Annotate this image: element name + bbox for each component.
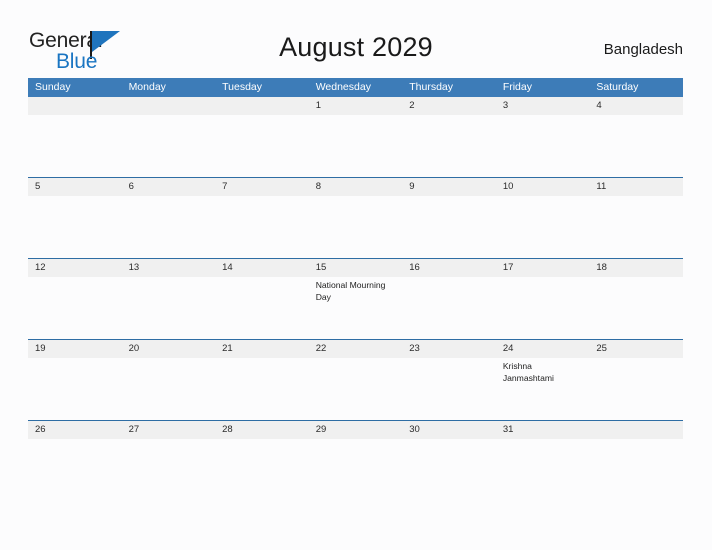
calendar-week-row: 19 20 21 22 23 24 25 Krishna Janmashtami	[28, 339, 683, 420]
day-number[interactable]: 30	[402, 421, 496, 439]
day-cell[interactable]	[496, 196, 590, 258]
day-cell[interactable]	[309, 196, 403, 258]
weekday-wednesday: Wednesday	[315, 81, 371, 93]
weekday-tuesday: Tuesday	[222, 81, 263, 93]
day-cell[interactable]	[28, 115, 122, 177]
day-number[interactable]: 1	[309, 97, 403, 115]
week-daynumber-band: 19 20 21 22 23 24 25	[28, 340, 683, 358]
day-number[interactable]: 21	[215, 340, 309, 358]
day-cell[interactable]	[28, 358, 122, 420]
day-cell[interactable]	[215, 358, 309, 420]
week-event-band: Krishna Janmashtami	[28, 358, 683, 420]
day-cell[interactable]	[402, 196, 496, 258]
weekday-friday: Friday	[502, 81, 532, 93]
day-number[interactable]: 9	[402, 178, 496, 196]
day-number[interactable]: 28	[215, 421, 309, 439]
day-cell[interactable]	[28, 196, 122, 258]
day-number[interactable]: 2	[402, 97, 496, 115]
weekday-sunday: Sunday	[35, 81, 71, 93]
day-cell[interactable]	[402, 115, 496, 177]
day-cell[interactable]: National Mourning Day	[309, 277, 403, 339]
day-number[interactable]: 11	[589, 178, 683, 196]
day-cell[interactable]	[589, 358, 683, 420]
weekday-monday: Monday	[128, 81, 166, 93]
calendar-week-row: 5 6 7 8 9 10 11	[28, 177, 683, 258]
day-number[interactable]: 26	[28, 421, 122, 439]
day-cell[interactable]	[589, 439, 683, 501]
day-cell[interactable]	[309, 115, 403, 177]
day-cell[interactable]	[402, 358, 496, 420]
week-event-band: National Mourning Day	[28, 277, 683, 339]
day-cell[interactable]	[309, 358, 403, 420]
day-number[interactable]: 15	[309, 259, 403, 277]
day-number[interactable]	[589, 421, 683, 439]
weekday-saturday: Saturday	[596, 81, 639, 93]
week-daynumber-band: 5 6 7 8 9 10 11	[28, 178, 683, 196]
day-number[interactable]: 5	[28, 178, 122, 196]
day-cell[interactable]	[402, 277, 496, 339]
day-cell[interactable]: Krishna Janmashtami	[496, 358, 590, 420]
day-cell[interactable]	[122, 277, 216, 339]
day-event: National Mourning Day	[315, 280, 386, 302]
day-number[interactable]: 25	[589, 340, 683, 358]
week-daynumber-band: 26 27 28 29 30 31	[28, 421, 683, 439]
day-number[interactable]: 13	[122, 259, 216, 277]
day-cell[interactable]	[215, 115, 309, 177]
day-cell[interactable]	[28, 439, 122, 501]
day-number[interactable]: 14	[215, 259, 309, 277]
week-daynumber-band: 12 13 14 15 16 17 18	[28, 259, 683, 277]
day-number[interactable]: 24	[496, 340, 590, 358]
day-number[interactable]: 19	[28, 340, 122, 358]
day-cell[interactable]	[122, 439, 216, 501]
day-cell[interactable]	[496, 277, 590, 339]
day-cell[interactable]	[309, 439, 403, 501]
day-number[interactable]: 20	[122, 340, 216, 358]
weekday-header-row: Sunday Monday Tuesday Wednesday Thursday…	[28, 78, 683, 97]
day-number[interactable]: 27	[122, 421, 216, 439]
day-number[interactable]: 7	[215, 178, 309, 196]
day-cell[interactable]	[402, 439, 496, 501]
day-number[interactable]: 18	[589, 259, 683, 277]
day-cell[interactable]	[589, 196, 683, 258]
day-cell[interactable]	[122, 358, 216, 420]
day-number[interactable]: 3	[496, 97, 590, 115]
day-number[interactable]: 23	[402, 340, 496, 358]
day-number[interactable]: 10	[496, 178, 590, 196]
country-label: Bangladesh	[603, 41, 683, 58]
day-number[interactable]	[28, 97, 122, 115]
day-cell[interactable]	[496, 439, 590, 501]
day-cell[interactable]	[589, 277, 683, 339]
day-cell[interactable]	[215, 277, 309, 339]
week-event-band	[28, 115, 683, 177]
day-number[interactable]	[122, 97, 216, 115]
week-event-band	[28, 439, 683, 501]
week-daynumber-band: 1 2 3 4	[28, 97, 683, 115]
week-event-band	[28, 196, 683, 258]
day-number[interactable]	[215, 97, 309, 115]
day-number[interactable]: 17	[496, 259, 590, 277]
day-cell[interactable]	[122, 196, 216, 258]
calendar-grid: Sunday Monday Tuesday Wednesday Thursday…	[28, 78, 683, 501]
day-number[interactable]: 4	[589, 97, 683, 115]
day-cell[interactable]	[28, 277, 122, 339]
day-number[interactable]: 8	[309, 178, 403, 196]
day-number[interactable]: 29	[309, 421, 403, 439]
day-cell[interactable]	[215, 196, 309, 258]
day-event: Krishna Janmashtami	[502, 361, 554, 383]
page-header: General Blue August 2029 Bangladesh	[0, 0, 712, 76]
day-cell[interactable]	[122, 115, 216, 177]
calendar-page: General Blue August 2029 Bangladesh Sund…	[0, 0, 712, 550]
day-number[interactable]: 31	[496, 421, 590, 439]
calendar-week-row: 1 2 3 4	[28, 97, 683, 177]
day-number[interactable]: 16	[402, 259, 496, 277]
day-cell[interactable]	[589, 115, 683, 177]
weekday-thursday: Thursday	[409, 81, 454, 93]
day-number[interactable]: 12	[28, 259, 122, 277]
day-cell[interactable]	[215, 439, 309, 501]
day-number[interactable]: 6	[122, 178, 216, 196]
calendar-week-row: 26 27 28 29 30 31	[28, 420, 683, 501]
calendar-week-row: 12 13 14 15 16 17 18 National Mourning D…	[28, 258, 683, 339]
day-cell[interactable]	[496, 115, 590, 177]
day-number[interactable]: 22	[309, 340, 403, 358]
